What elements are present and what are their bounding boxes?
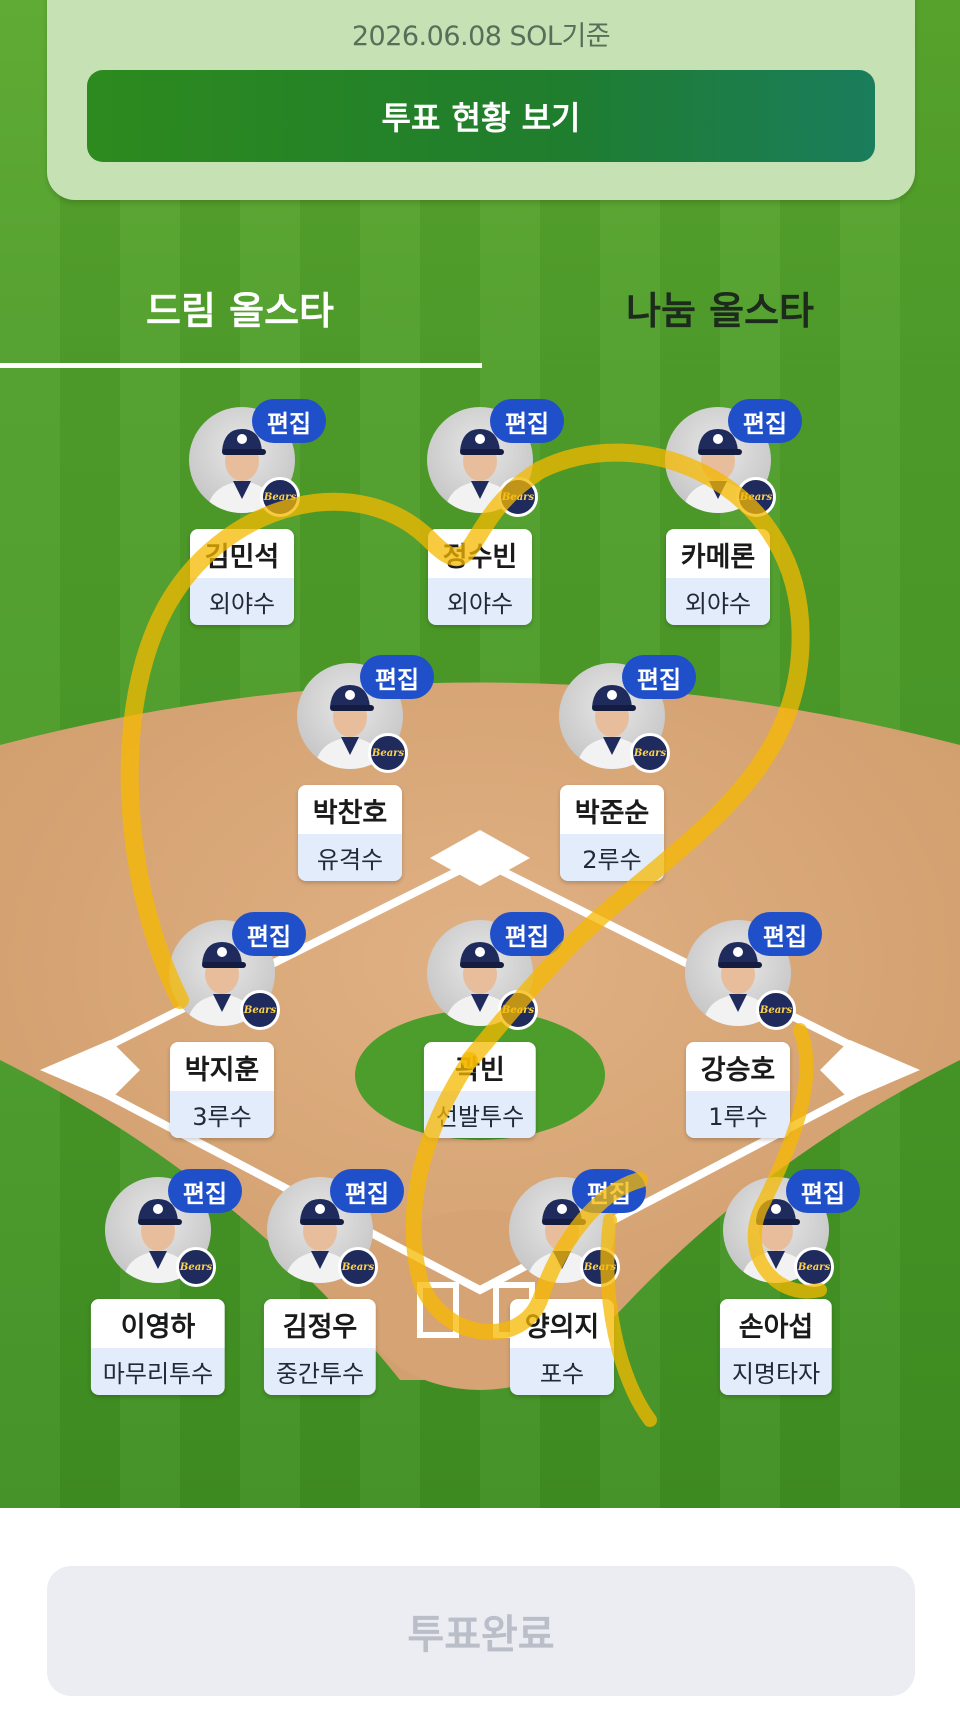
player-label: 정수빈 외야수 [428, 529, 532, 625]
edit-button[interactable]: 편집 [232, 912, 306, 956]
player-card[interactable]: Bears 편집박지훈 3루수 [147, 912, 306, 1150]
player-name: 박지훈 [170, 1042, 274, 1091]
edit-button[interactable]: 편집 [728, 399, 802, 443]
edit-button[interactable]: 편집 [622, 655, 696, 699]
player-position: 선발투수 [423, 1091, 537, 1138]
edit-button[interactable]: 편집 [168, 1169, 242, 1213]
player-position: 외야수 [666, 578, 770, 625]
player-card[interactable]: Bears 편집박찬호 유격수 [275, 655, 434, 893]
player-position: 3루수 [170, 1091, 274, 1138]
player-label: 박준순 2루수 [560, 785, 664, 881]
player-name: 강승호 [686, 1042, 790, 1091]
edit-button[interactable]: 편집 [360, 655, 434, 699]
player-name: 박찬호 [298, 785, 402, 834]
player-card[interactable]: Bears 편집양의지 포수 [487, 1169, 646, 1407]
team-logo-icon: Bears [498, 477, 538, 517]
player-label: 박지훈 3루수 [170, 1042, 274, 1138]
reference-date: 2026.06.08 SOL기준 [351, 21, 611, 52]
player-name: 이영하 [90, 1299, 226, 1348]
bottom-action-area: 투표완료 [0, 1508, 960, 1732]
player-label: 강승호 1루수 [686, 1042, 790, 1138]
team-logo-icon: Bears [794, 1247, 834, 1287]
player-label: 박찬호 유격수 [298, 785, 402, 881]
player-position: 포수 [510, 1348, 614, 1395]
player-label: 김민석 외야수 [190, 529, 294, 625]
player-position: 외야수 [190, 578, 294, 625]
active-tab-indicator [0, 363, 482, 368]
player-label: 이영하 마무리투수 [90, 1299, 226, 1395]
view-vote-status-button[interactable]: 투표 현황 보기 [87, 70, 875, 162]
team-logo-icon: Bears [630, 733, 670, 773]
player-card[interactable]: Bears 편집이영하 마무리투수 [83, 1169, 242, 1407]
vote-info-card: 2026.06.08 SOL기준 투표 현황 보기 [47, 0, 915, 200]
player-name: 김민석 [190, 529, 294, 578]
edit-button[interactable]: 편집 [786, 1169, 860, 1213]
player-label: 곽빈 선발투수 [423, 1042, 537, 1138]
player-position: 1루수 [686, 1091, 790, 1138]
team-logo-icon: Bears [498, 990, 538, 1030]
player-card[interactable]: Bears 편집손아섭 지명타자 [701, 1169, 860, 1407]
player-position: 2루수 [560, 834, 664, 881]
edit-button[interactable]: 편집 [490, 912, 564, 956]
app-screen: 2026.06.08 SOL기준 투표 현황 보기 드림 올스타 나눔 올스타 … [0, 0, 960, 1732]
player-name: 박준순 [560, 785, 664, 834]
player-label: 김정우 중간투수 [263, 1299, 377, 1395]
team-logo-icon: Bears [736, 477, 776, 517]
player-name: 손아섭 [719, 1299, 833, 1348]
tab-nanum-allstar[interactable]: 나눔 올스타 [480, 280, 960, 340]
player-position: 외야수 [428, 578, 532, 625]
edit-button[interactable]: 편집 [252, 399, 326, 443]
edit-button[interactable]: 편집 [490, 399, 564, 443]
player-name: 카메론 [666, 529, 770, 578]
player-name: 김정우 [263, 1299, 377, 1348]
team-logo-icon: Bears [338, 1247, 378, 1287]
player-position: 지명타자 [719, 1348, 833, 1395]
player-name: 곽빈 [423, 1042, 537, 1091]
edit-button[interactable]: 편집 [330, 1169, 404, 1213]
tab-dream-allstar[interactable]: 드림 올스타 [0, 280, 480, 340]
player-position: 유격수 [298, 834, 402, 881]
player-card[interactable]: Bears 편집정수빈 외야수 [405, 399, 564, 637]
edit-button[interactable]: 편집 [748, 912, 822, 956]
player-label: 양의지 포수 [510, 1299, 614, 1395]
player-name: 정수빈 [428, 529, 532, 578]
player-card[interactable]: Bears 편집박준순 2루수 [537, 655, 696, 893]
player-card[interactable]: Bears 편집곽빈 선발투수 [405, 912, 564, 1150]
player-card[interactable]: Bears 편집강승호 1루수 [663, 912, 822, 1150]
player-position: 중간투수 [263, 1348, 377, 1395]
player-name: 양의지 [510, 1299, 614, 1348]
player-label: 손아섭 지명타자 [719, 1299, 833, 1395]
player-label: 카메론 외야수 [666, 529, 770, 625]
edit-button[interactable]: 편집 [572, 1169, 646, 1213]
player-card[interactable]: Bears 편집김정우 중간투수 [245, 1169, 404, 1407]
player-position: 마무리투수 [90, 1348, 226, 1395]
team-logo-icon: Bears [260, 477, 300, 517]
team-logo-icon: Bears [756, 990, 796, 1030]
vote-complete-button[interactable]: 투표완료 [47, 1566, 915, 1696]
team-logo-icon: Bears [368, 733, 408, 773]
player-card[interactable]: Bears 편집카메론 외야수 [643, 399, 802, 637]
team-logo-icon: Bears [176, 1247, 216, 1287]
player-card[interactable]: Bears 편집김민석 외야수 [167, 399, 326, 637]
team-logo-icon: Bears [580, 1247, 620, 1287]
team-logo-icon: Bears [240, 990, 280, 1030]
